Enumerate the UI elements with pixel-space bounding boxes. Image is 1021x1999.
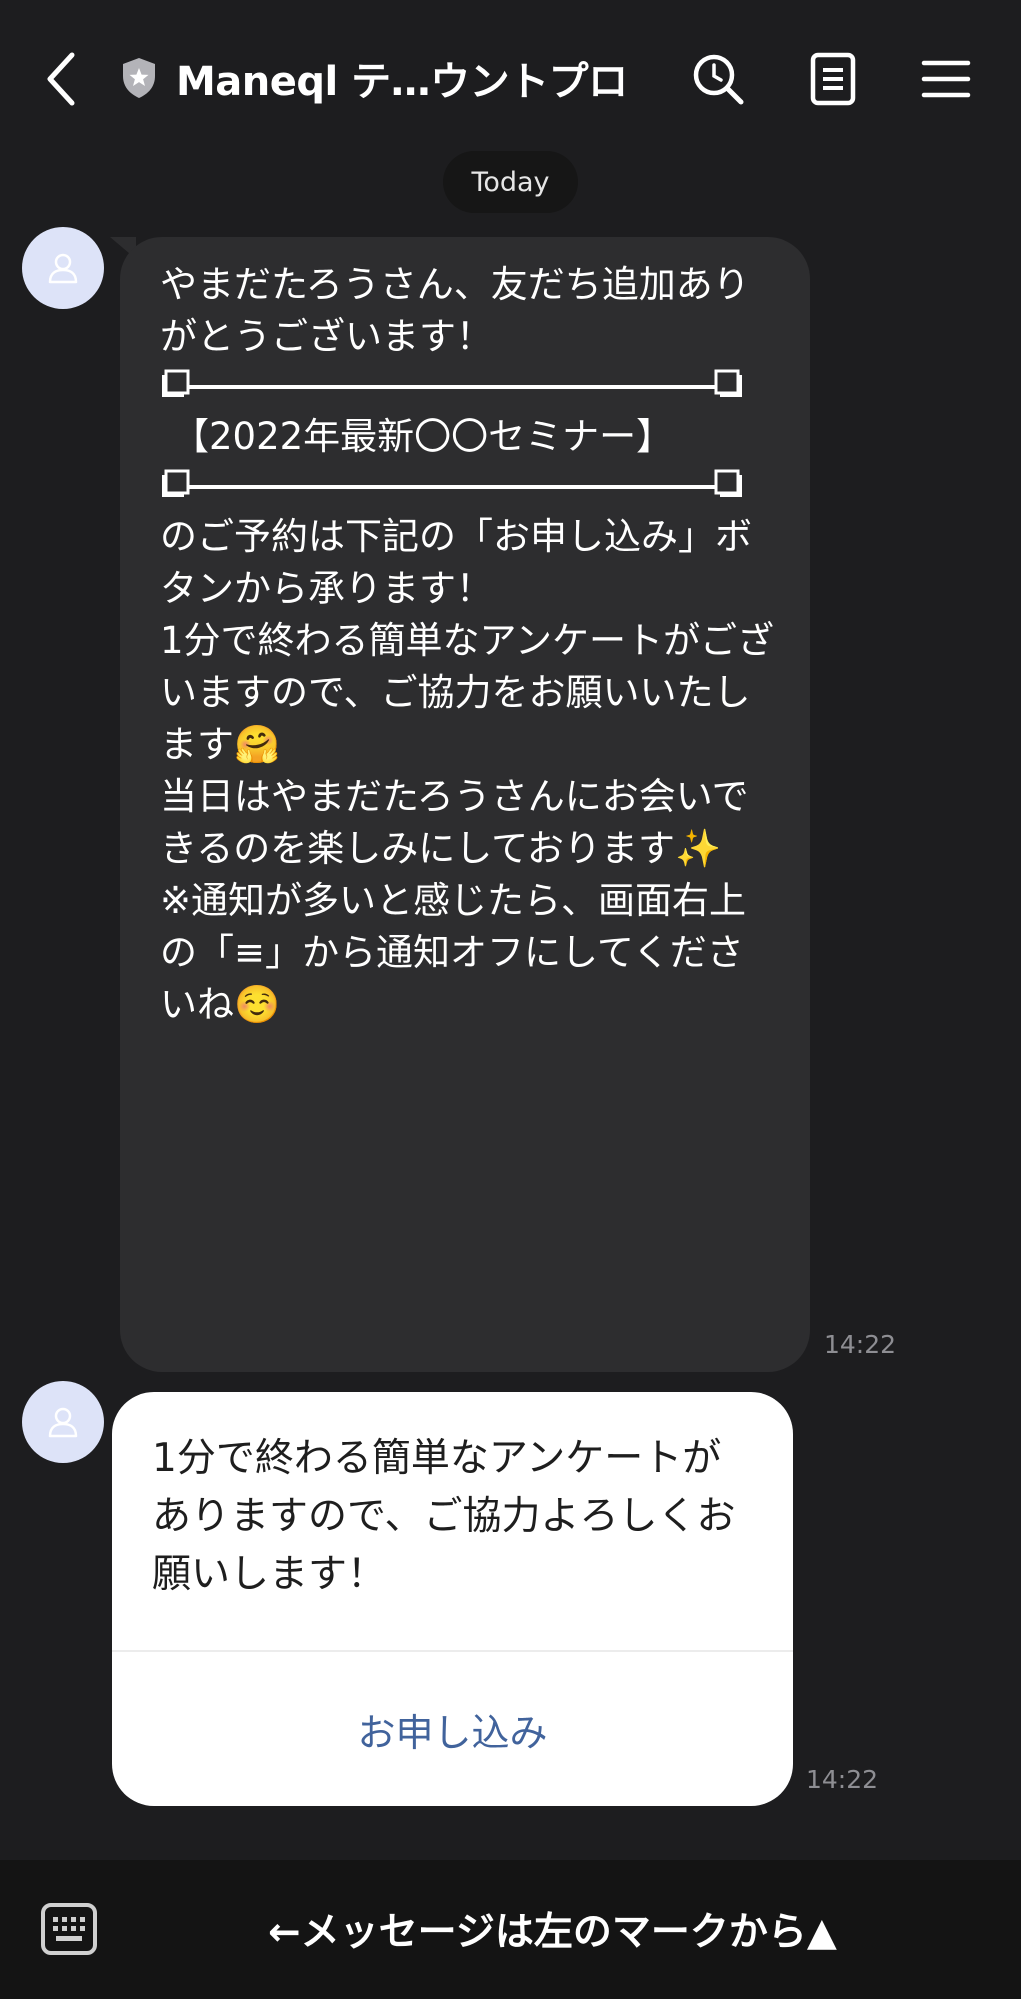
rich-menu-hint[interactable]: ←メッセージは左のマークから▲ xyxy=(268,1902,837,1956)
menu-icon xyxy=(921,60,971,98)
message-greeting: やまだたろうさん、友だち追加ありがとうございます！ xyxy=(160,263,750,358)
message-notification-note: ※通知が多いと感じたら、画面右上の「≡」から通知オフにしてくださいね☺️ xyxy=(160,879,747,1026)
avatar[interactable] xyxy=(22,227,104,309)
shield-star-icon xyxy=(118,55,160,101)
card-text: 1分で終わる簡単なアンケートがありますので、ご協力よろしくお願いします！ xyxy=(152,1436,736,1597)
notes-icon xyxy=(810,52,856,106)
seminar-title: 【2022年最新〇〇セミナー】 xyxy=(172,415,674,458)
apply-button[interactable]: お申し込み xyxy=(112,1652,793,1806)
message-looking-forward: 当日はやまだたろうさんにお会いできるのを楽しみにしております✨ xyxy=(160,775,749,870)
date-separator: Today xyxy=(443,151,578,213)
person-icon xyxy=(48,1407,78,1438)
decorative-frame-line-bottom xyxy=(162,469,742,497)
keyboard-icon[interactable] xyxy=(40,1902,98,1956)
person-icon xyxy=(48,253,78,284)
message-survey: 1分で終わる簡単なアンケートがございますので、ご協力をお願いいたします🤗 xyxy=(160,619,775,766)
menu-button[interactable] xyxy=(911,44,981,114)
bottom-bar: ←メッセージは左のマークから▲ xyxy=(0,1860,1021,1999)
avatar[interactable] xyxy=(22,1381,104,1463)
message-reservation: のご予約は下記の「お申し込み」ボタンから承ります！ xyxy=(160,515,752,610)
notes-button[interactable] xyxy=(798,44,868,114)
chat-title: Maneql テ…ウントプロ xyxy=(176,59,628,105)
back-button[interactable] xyxy=(32,44,92,114)
decorative-frame-line-top xyxy=(162,369,742,397)
message-time: 14:22 xyxy=(824,1330,897,1359)
survey-card: 1分で終わる簡単なアンケートがありますので、ご協力よろしくお願いします！ お申し… xyxy=(112,1392,793,1806)
search-icon xyxy=(693,54,744,105)
chat-header: Maneql テ…ウントプロ xyxy=(0,0,1021,150)
back-arrow-icon xyxy=(47,52,75,106)
chat-title-area[interactable]: Maneql テ…ウントプロ xyxy=(118,48,628,108)
search-button[interactable] xyxy=(683,44,753,114)
message-time: 14:22 xyxy=(806,1765,879,1794)
message-bubble[interactable]: やまだたろうさん、友だち追加ありがとうございます！ 【2022年最新〇〇セミナー… xyxy=(120,237,810,1372)
